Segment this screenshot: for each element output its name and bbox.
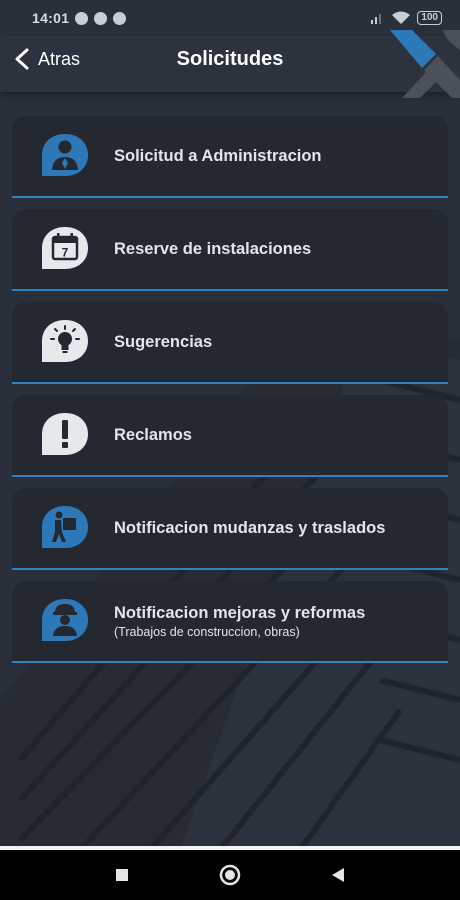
battery-indicator: 100 [417, 11, 442, 25]
signal-icon [371, 14, 382, 24]
svg-text:7: 7 [62, 246, 69, 260]
triangle-back-icon [332, 868, 344, 882]
request-item-label: Notificacion mejoras y reformas [114, 603, 366, 622]
construction-worker-icon [42, 599, 88, 641]
admin-person-icon [42, 134, 88, 176]
home-circle-icon [219, 864, 241, 886]
request-item-reserve[interactable]: 7 Reserve de instalaciones [12, 209, 448, 291]
recent-apps-button[interactable] [107, 860, 137, 890]
request-list: Solicitud a Administracion 7 Reserve de … [12, 116, 448, 674]
moving-person-icon [42, 506, 88, 548]
wifi-icon [392, 11, 411, 24]
app-header: Atras Solicitudes [0, 30, 460, 98]
system-nav-bar [0, 850, 460, 900]
request-item-subtitle: (Trabajos de construccion, obras) [114, 624, 300, 639]
request-item-label: Solicitud a Administracion [114, 146, 322, 165]
request-item-reclamos[interactable]: Reclamos [12, 395, 448, 477]
notification-icon [75, 11, 89, 25]
request-item-label: Notificacion mudanzas y traslados [114, 518, 386, 537]
notification-icon [94, 11, 108, 25]
status-left: 14:01 [32, 10, 127, 26]
notification-icon [113, 11, 127, 25]
request-item-label: Sugerencias [114, 332, 213, 351]
request-item-mudanzas[interactable]: Notificacion mudanzas y traslados [12, 488, 448, 570]
request-item-label: Reserve de instalaciones [114, 239, 312, 258]
status-right: 100 [371, 11, 442, 25]
request-item-mejoras[interactable]: Notificacion mejoras y reformas (Trabajo… [12, 581, 448, 663]
request-item-label: Reclamos [114, 425, 192, 444]
home-button[interactable] [215, 860, 245, 890]
request-item-administracion[interactable]: Solicitud a Administracion [12, 116, 448, 198]
status-time: 14:01 [32, 10, 70, 26]
square-icon [116, 869, 128, 881]
request-item-sugerencias[interactable]: Sugerencias [12, 302, 448, 384]
lightbulb-icon [42, 320, 88, 362]
calendar-icon: 7 [42, 227, 88, 269]
exclamation-icon [42, 413, 88, 455]
brand-logo-icon [390, 30, 460, 98]
back-nav-button[interactable] [323, 860, 353, 890]
